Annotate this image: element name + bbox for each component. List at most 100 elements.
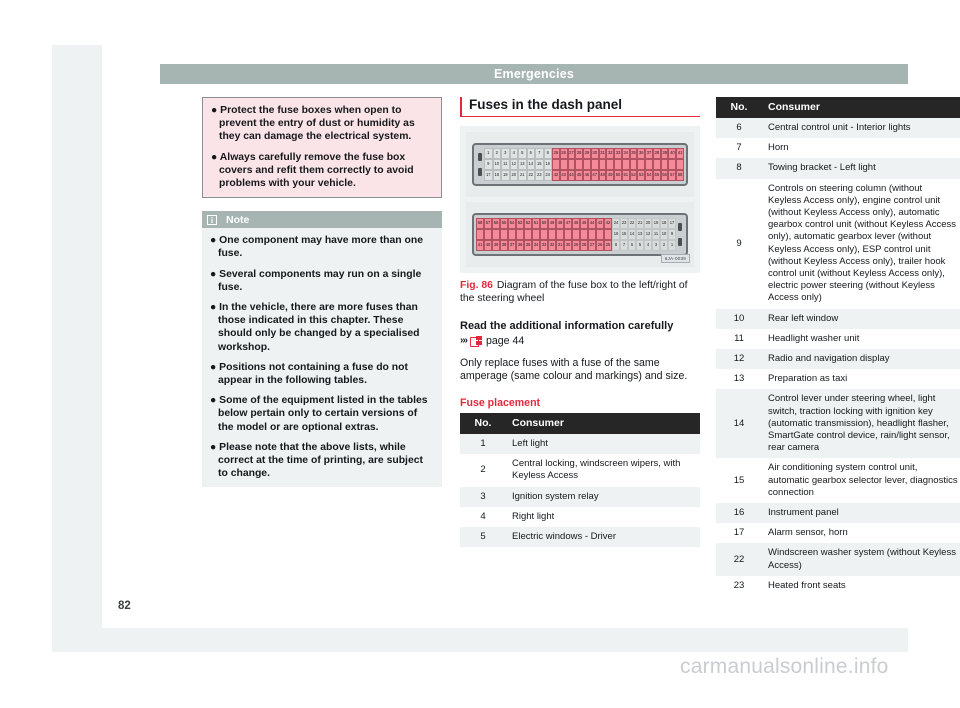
table-row: 4 Right light <box>460 506 700 528</box>
fuse-slot: 46 <box>583 170 591 181</box>
fuse-slot: 48 <box>556 218 564 229</box>
cell-no: 15 <box>716 458 762 504</box>
fuse-slot: 12 <box>644 229 652 240</box>
cell-no: 4 <box>460 506 506 528</box>
fuse-slot: 12 <box>509 159 518 170</box>
fuse-slot: 20 <box>509 170 518 181</box>
fuse-slot: 15 <box>535 159 544 170</box>
bullet-glyph: ● <box>210 441 217 453</box>
fuse-group-right: 24 23 22 21 20 19 18 17 <box>612 218 676 229</box>
cell-consumer: Headlight washer unit <box>762 328 960 350</box>
fuse-slot: 53 <box>637 170 646 181</box>
fuse-slot: 31 <box>598 148 607 159</box>
fuse-slot: 24 <box>543 170 552 181</box>
fuse-slot: 33 <box>614 148 622 159</box>
table-row: 22 Windscreen washer system (without Keyl… <box>716 543 960 576</box>
fuse-slot-blank <box>484 229 492 240</box>
fuse-slot: 55 <box>500 218 508 229</box>
right-column: No. Consumer 6 Central control unit - Int… <box>716 97 960 597</box>
clip-column-right <box>677 220 683 249</box>
table-row: 17 Alarm sensor, horn <box>716 523 960 544</box>
note-bullet-1-text: One component may have more than one fus… <box>218 235 423 260</box>
fuse-slot: 4 <box>509 148 518 159</box>
page-number: 82 <box>118 600 131 612</box>
fuse-slot: 55 <box>652 170 661 181</box>
table-row: 12 Radio and navigation display <box>716 349 960 370</box>
fuse-slot: 2 <box>660 240 668 251</box>
fuse-slot: 48 <box>598 170 607 181</box>
fuse-slot: 11 <box>501 159 510 170</box>
cell-consumer: Preparation as taxi <box>762 369 960 390</box>
fuse-slot: 1 <box>668 240 676 251</box>
note-bullet-3: ● In the vehicle, there are more fuses t… <box>210 301 434 354</box>
fuse-slot-blank <box>621 159 630 170</box>
fuse-slot: 50 <box>540 218 548 229</box>
fuse-row: 16 15 14 13 12 11 10 9 <box>476 229 676 240</box>
fuse-row: 41 40 39 38 37 36 35 34 33 32 31 30 29 28 27 26 25 87654… <box>476 240 676 251</box>
fuse-slot: 38 <box>652 148 661 159</box>
fuse-slot: 4 <box>644 240 652 251</box>
table-row: 8 Towing bracket - Left light <box>716 158 960 179</box>
note-bullet-1: ● One component may have more than one f… <box>210 234 434 260</box>
fuse-slot-blank <box>580 229 588 240</box>
fuse-slot: 45 <box>580 218 588 229</box>
cell-no: 7 <box>716 138 762 159</box>
fuse-slot-blank <box>637 159 646 170</box>
fuse-slot-blank <box>567 159 576 170</box>
fuse-box-top: 12345678 25 26 27 28 29 30 31 32 33 34 35 36 37 38 39 4… <box>472 143 688 186</box>
bullet-glyph: ● <box>210 395 217 407</box>
fuse-slot: 54 <box>508 218 516 229</box>
note-title: Note <box>226 213 250 226</box>
clip-column-left <box>477 150 483 179</box>
fuse-slot: 23 <box>535 170 544 181</box>
fuse-slot: 24 <box>612 218 620 229</box>
fuse-slot: 35 <box>524 240 532 251</box>
fuse-group-left: 58 57 56 55 54 53 52 51 50 49 48 47 46 45 44 43 42 <box>476 218 612 229</box>
note-bullet-4: ● Positions not containing a fuse do not… <box>210 361 434 387</box>
page-reference[interactable]: ››› page 44 <box>460 334 700 348</box>
fuse-slot-blank <box>575 159 584 170</box>
table-row: 3 Ignition system relay <box>460 486 700 507</box>
chevron-right-icon: ››› <box>460 334 468 346</box>
fuse-slot-blank <box>559 159 568 170</box>
fuse-slot-blank <box>596 229 604 240</box>
fuse-slot: 42 <box>552 170 560 181</box>
fuse-slot: 45 <box>575 170 584 181</box>
cell-consumer: Ignition system relay <box>506 486 700 507</box>
fuse-slot: 42 <box>604 218 612 229</box>
fuse-slot: 21 <box>636 218 644 229</box>
cell-no: 2 <box>460 454 506 487</box>
fuse-slot: 58 <box>476 218 484 229</box>
fuse-slot: 23 <box>620 218 628 229</box>
cell-consumer: Horn <box>762 138 960 159</box>
fuse-slot: 31 <box>556 240 564 251</box>
fuse-slot-blank <box>552 159 560 170</box>
table-row: 23 Heated front seats <box>716 575 960 597</box>
fuse-slot: 8 <box>543 148 552 159</box>
fuse-slot: 52 <box>524 218 532 229</box>
table-row: 10 Rear left window <box>716 308 960 329</box>
fuse-slot: 49 <box>548 218 556 229</box>
fuse-slot: 33 <box>540 240 548 251</box>
cell-consumer: Left light <box>506 434 700 455</box>
fuse-slot: 17 <box>484 170 493 181</box>
fuse-slot: 16 <box>612 229 620 240</box>
fuse-slot-blank <box>572 229 580 240</box>
fuse-slot: 2 <box>492 148 501 159</box>
fuse-slot: 14 <box>526 159 535 170</box>
note-bullet-5-text: Some of the equipment listed in the tabl… <box>218 395 428 433</box>
fuse-slot-blank <box>645 159 653 170</box>
figure-code: 6JA-0039 <box>660 254 690 263</box>
fuse-slot: 43 <box>559 170 568 181</box>
fuse-slot: 47 <box>590 170 599 181</box>
fuse-slot-blank <box>516 229 524 240</box>
column-header-no: No. <box>716 97 762 118</box>
table-row: 15 Air conditioning system control unit, … <box>716 458 960 504</box>
cell-consumer: Towing bracket - Left light <box>762 158 960 179</box>
fuse-slot-blank <box>492 229 500 240</box>
cell-consumer: Central locking, windscreen wipers, with… <box>506 454 700 487</box>
bullet-glyph: ● <box>211 105 218 116</box>
read-info-heading: Read the additional information carefull… <box>460 319 674 332</box>
note-bullet-5: ● Some of the equipment listed in the ta… <box>210 394 434 434</box>
cell-consumer: Electric windows - Driver <box>506 527 700 548</box>
